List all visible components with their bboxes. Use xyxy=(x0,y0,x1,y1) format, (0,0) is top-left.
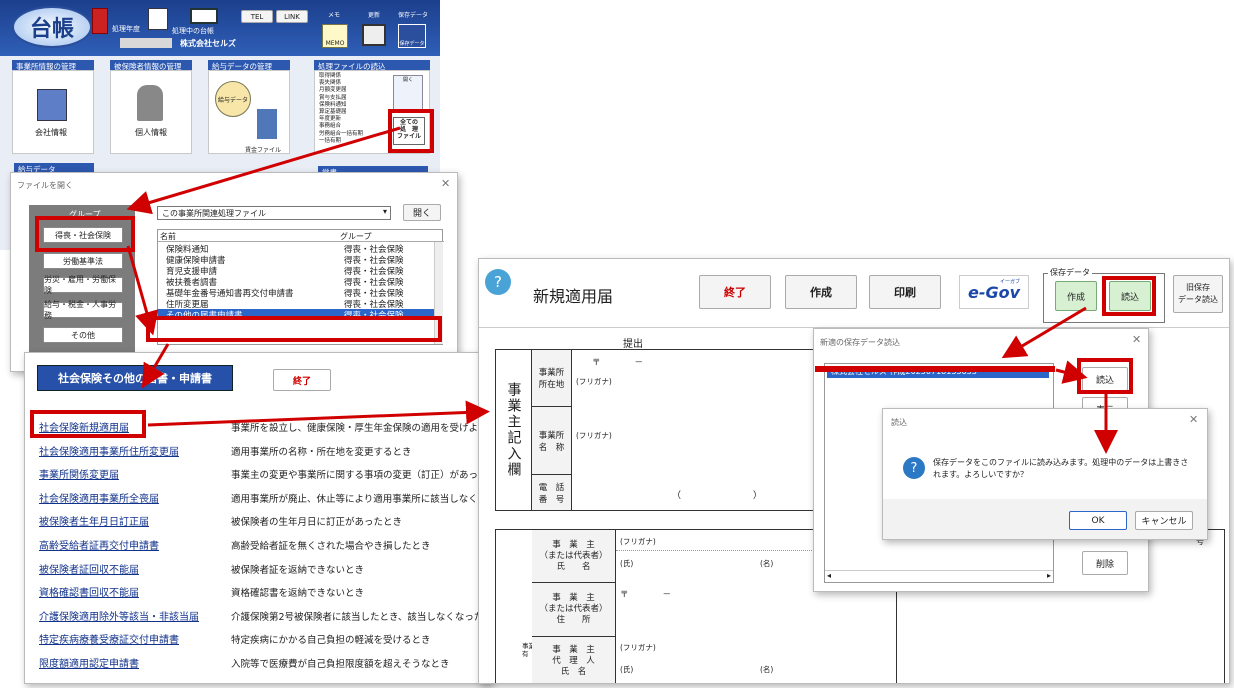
arrow-load-to-dialog xyxy=(1001,306,1087,359)
arrow-other-to-forms xyxy=(141,343,170,389)
arrow-link-to-form xyxy=(147,400,490,427)
arrow-item-to-read xyxy=(1055,360,1088,384)
flow-arrows xyxy=(126,126,1118,454)
arrow-files-to-dialog xyxy=(126,126,401,215)
arrow-group-to-other xyxy=(126,245,159,336)
